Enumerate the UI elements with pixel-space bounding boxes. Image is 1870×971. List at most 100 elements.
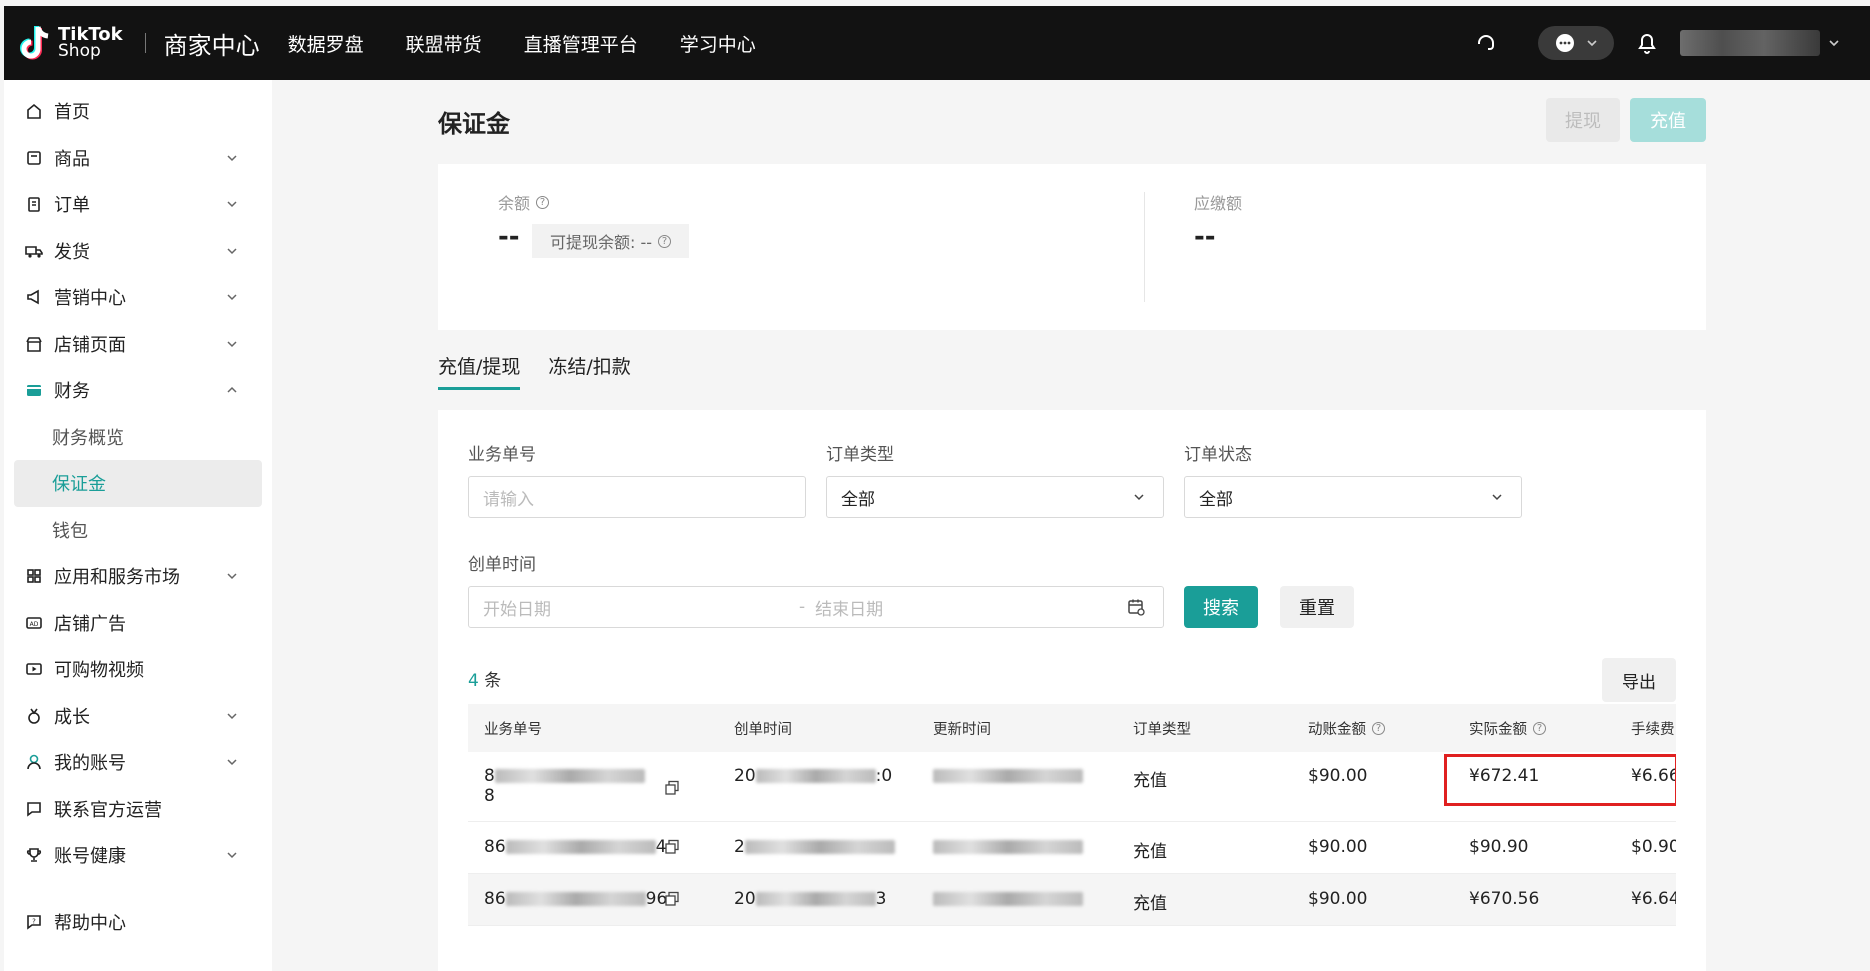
sidebar-item-label: 首页 bbox=[54, 102, 90, 124]
sidebar-item-help-center[interactable]: ? 帮助中心 bbox=[4, 899, 272, 946]
start-date-placeholder: 开始日期 bbox=[483, 599, 551, 620]
chevron-down-icon bbox=[227, 713, 237, 719]
sidebar-item-account-health[interactable]: 账号健康 bbox=[4, 832, 272, 879]
wallet-icon bbox=[24, 380, 44, 400]
help-icon[interactable]: ? bbox=[658, 234, 672, 248]
copy-icon[interactable] bbox=[664, 891, 680, 907]
end-date-placeholder: 结束日期 bbox=[815, 599, 884, 620]
nav-learning-center[interactable]: 学习中心 bbox=[680, 30, 756, 57]
help-icon[interactable]: ? bbox=[536, 195, 550, 209]
created-visible: 20 bbox=[734, 766, 756, 786]
table-row: 86 4 2 充值 $90.00 $90.90 $0.90 bbox=[468, 822, 1676, 874]
sidebar-subitem-wallet[interactable]: 钱包 bbox=[4, 507, 272, 554]
copy-icon[interactable] bbox=[664, 780, 680, 796]
chevron-down-icon bbox=[227, 294, 237, 301]
cell-fee: $0.90 bbox=[1631, 837, 1676, 857]
col-header-updated: 更新时间 bbox=[933, 721, 991, 738]
sidebar-item-growth[interactable]: 成长 bbox=[4, 693, 272, 740]
cell-actual: ¥670.56 bbox=[1469, 889, 1540, 909]
tab-freeze-deduct[interactable]: 冻结/扣款 bbox=[548, 352, 630, 390]
withdrawable-balance: 可提现余额: -- ? bbox=[532, 224, 690, 258]
copy-icon[interactable] bbox=[664, 839, 680, 855]
video-icon bbox=[24, 659, 44, 679]
tiktok-shop-logo[interactable]: TikTok Shop bbox=[20, 23, 123, 63]
sidebar-item-label: 店铺广告 bbox=[54, 613, 126, 635]
message-dropdown[interactable] bbox=[1538, 26, 1614, 60]
sidebar-item-label: 我的账号 bbox=[54, 753, 126, 775]
chat-icon bbox=[24, 799, 44, 819]
headset-support-icon[interactable] bbox=[1474, 31, 1498, 55]
biz-no-input[interactable]: 请输入 bbox=[468, 476, 806, 518]
sidebar-item-products[interactable]: 商品 bbox=[4, 135, 272, 182]
sidebar-subitem-deposit[interactable]: 保证金 bbox=[14, 460, 262, 507]
sidebar-item-finance[interactable]: 财务 bbox=[4, 367, 272, 414]
col-header-order-type: 订单类型 bbox=[1133, 721, 1191, 738]
cell-created: 20:0 bbox=[718, 766, 917, 786]
transactions-table: 业务单号 创单时间 更新时间 订单类型 动账金额? 实际金额? 手续费 8 8 … bbox=[468, 704, 1676, 971]
account-avatar-name[interactable] bbox=[1680, 30, 1820, 56]
chevron-down-icon bbox=[1492, 494, 1502, 501]
order-status-label: 订单状态 bbox=[1184, 445, 1252, 465]
tiktok-note-icon bbox=[20, 26, 49, 60]
date-range-dash: - bbox=[799, 597, 806, 617]
sidebar-item-label: 帮助中心 bbox=[54, 912, 126, 934]
cell-fee: ¥6.64 bbox=[1631, 889, 1676, 909]
store-icon bbox=[24, 334, 44, 354]
order-type-select[interactable]: 全部 bbox=[826, 476, 1164, 518]
sidebar-item-label: 成长 bbox=[54, 706, 90, 728]
cell-order-type: 充值 bbox=[1133, 894, 1167, 914]
sidebar-item-store-ads[interactable]: AD 店铺广告 bbox=[4, 600, 272, 647]
home-icon bbox=[24, 101, 44, 121]
nav-data-compass[interactable]: 数据罗盘 bbox=[288, 30, 364, 57]
help-icon[interactable]: ? bbox=[1533, 721, 1546, 735]
sidebar-item-home[interactable]: 首页 bbox=[4, 88, 272, 135]
reset-button[interactable]: 重置 bbox=[1280, 586, 1354, 628]
result-count-number: 4 bbox=[468, 671, 479, 691]
order-status-select[interactable]: 全部 bbox=[1184, 476, 1522, 518]
cell-order-type: 充值 bbox=[1133, 842, 1167, 862]
chevron-down-icon bbox=[227, 341, 237, 347]
nav-live-platform[interactable]: 直播管理平台 bbox=[524, 30, 638, 57]
cell-actual: ¥672.41 bbox=[1469, 766, 1540, 786]
sidebar-item-label: 财务 bbox=[54, 381, 90, 403]
col-header-amount: 动账金额? bbox=[1292, 718, 1453, 739]
bell-icon[interactable] bbox=[1636, 31, 1658, 55]
col-header-actual: 实际金额? bbox=[1453, 718, 1615, 739]
ad-icon: AD bbox=[24, 613, 44, 633]
sidebar-subitem-finance-overview[interactable]: 财务概览 bbox=[4, 414, 272, 461]
truck-icon bbox=[24, 241, 44, 261]
recharge-button[interactable]: 充值 bbox=[1630, 98, 1706, 142]
top-nav-links: 数据罗盘 联盟带货 直播管理平台 学习中心 bbox=[288, 30, 798, 57]
cell-order-type: 充值 bbox=[1133, 771, 1167, 791]
seller-center-title[interactable]: 商家中心 bbox=[164, 26, 260, 61]
created-visible: 20 bbox=[734, 889, 756, 909]
cell-created: 2 bbox=[718, 837, 917, 857]
nav-affiliate[interactable]: 联盟带货 bbox=[406, 30, 482, 57]
sidebar-item-label: 商品 bbox=[54, 148, 90, 170]
cell-updated bbox=[917, 889, 1117, 909]
date-range-picker[interactable]: 开始日期 - 结束日期 bbox=[468, 586, 1164, 628]
col-header-amount-text: 动账金额 bbox=[1308, 721, 1366, 738]
col-header-actual-text: 实际金额 bbox=[1469, 721, 1527, 738]
order-type-label: 订单类型 bbox=[826, 445, 894, 465]
sidebar-item-marketing[interactable]: 营销中心 bbox=[4, 274, 272, 321]
export-button[interactable]: 导出 bbox=[1602, 658, 1676, 702]
withdraw-button[interactable]: 提现 bbox=[1546, 98, 1620, 142]
sidebar-item-orders[interactable]: 订单 bbox=[4, 181, 272, 228]
sidebar-item-shoppable-video[interactable]: 可购物视频 bbox=[4, 646, 272, 693]
sidebar-item-app-market[interactable]: 应用和服务市场 bbox=[4, 553, 272, 600]
calendar-icon bbox=[1128, 599, 1145, 616]
chevron-down-icon[interactable] bbox=[1828, 37, 1840, 49]
tab-recharge-withdraw[interactable]: 充值/提现 bbox=[438, 352, 521, 390]
sidebar-item-my-account[interactable]: 我的账号 bbox=[4, 739, 272, 786]
sidebar-item-shipping[interactable]: 发货 bbox=[4, 228, 272, 275]
biz-no-visible: 86 bbox=[484, 837, 506, 857]
search-button[interactable]: 搜索 bbox=[1184, 586, 1258, 628]
help-icon[interactable]: ? bbox=[1372, 721, 1385, 735]
chevron-down-icon bbox=[227, 201, 237, 208]
logo-text-shop: Shop bbox=[58, 41, 101, 61]
cell-biz-no: 8 8 bbox=[468, 766, 718, 806]
sidebar-item-label: 发货 bbox=[54, 241, 90, 263]
sidebar-item-store-page[interactable]: 店铺页面 bbox=[4, 321, 272, 368]
sidebar-item-contact-ops[interactable]: 联系官方运营 bbox=[4, 786, 272, 833]
